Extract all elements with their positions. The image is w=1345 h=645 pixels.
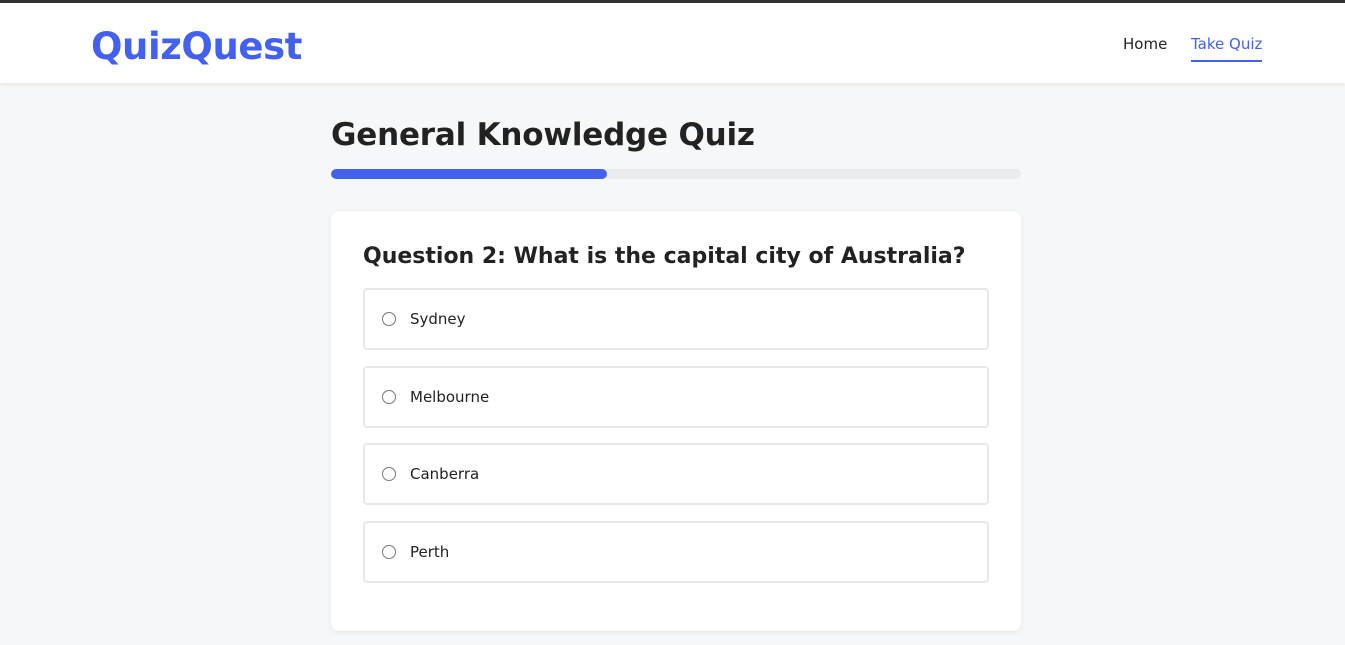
question-text: Question 2: What is the capital city of … (363, 244, 966, 269)
answer-option-label: Sydney (410, 310, 466, 328)
radio-button[interactable] (382, 545, 396, 559)
nav-home-link[interactable]: Home (1123, 35, 1167, 53)
answer-option-melbourne[interactable]: Melbourne (363, 366, 989, 428)
radio-button[interactable] (382, 390, 396, 404)
answer-option-label: Perth (410, 543, 450, 561)
quiz-progress-fill (331, 169, 607, 179)
nav-take-quiz-link[interactable]: Take Quiz (1191, 35, 1263, 62)
quizquest-logo[interactable]: QuizQuest (91, 25, 302, 68)
radio-button[interactable] (382, 312, 396, 326)
answer-option-label: Melbourne (410, 388, 490, 406)
quiz-progress-bar (331, 169, 1021, 179)
quiz-title: General Knowledge Quiz (331, 117, 755, 153)
answer-option-sydney[interactable]: Sydney (363, 288, 989, 350)
answer-option-label: Canberra (410, 465, 480, 483)
top-navigation-bar: QuizQuest Home Take Quiz (0, 0, 1345, 83)
radio-button[interactable] (382, 467, 396, 481)
answer-option-canberra[interactable]: Canberra (363, 443, 989, 505)
answer-option-perth[interactable]: Perth (363, 521, 989, 583)
question-card: Question 2: What is the capital city of … (331, 211, 1021, 631)
